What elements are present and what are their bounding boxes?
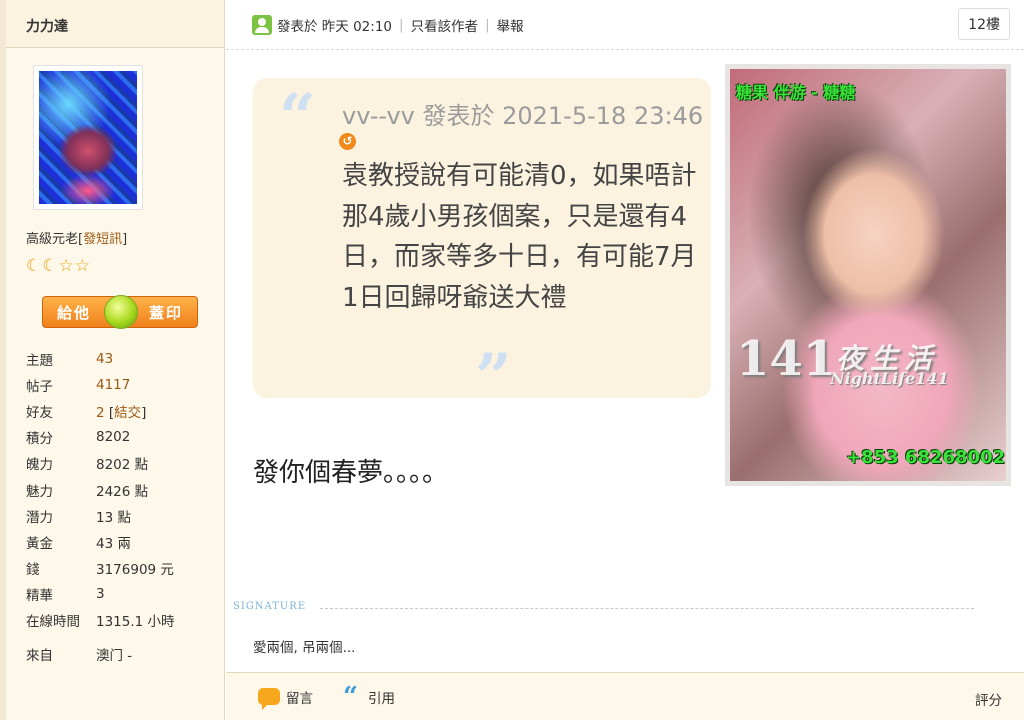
star-icon: ☆ [58, 256, 74, 276]
stamp-button-right-label: 蓋印 [148, 303, 183, 322]
author-stats: 主題 43 帖子 4117 好友 2 [結交] 積分 8202 魄力 8202 … [26, 346, 175, 667]
quote-text: 袁教授說有可能清0，如果唔計那4歲小男孩個案，只是還有4日，而家等多十日，有可能… [342, 161, 697, 313]
stat-label: 魅力 [26, 483, 53, 500]
stat-value[interactable]: 4117 [96, 377, 130, 393]
add-friend-link[interactable]: 結交 [114, 405, 141, 421]
avatar-image [39, 71, 137, 204]
promo-banner-image[interactable]: 糖果 伴游 - 糖糖 141 夜生活 NightLife141 +853 682… [725, 64, 1011, 486]
floor-number[interactable]: 12樓 [958, 8, 1010, 40]
post-main: 發表於 昨天 02:10 | 只看該作者 | 舉報 12樓 “ vv--vv 發… [226, 0, 1024, 720]
quote-author: vv--vv 發表於 2021-5-18 23:46 [342, 102, 704, 130]
jump-to-quote-icon[interactable]: ↺ [339, 133, 356, 150]
stat-value: 2426 點 [96, 483, 149, 500]
promo-en: NightLife141 [830, 369, 949, 388]
stat-value: 13 點 [96, 509, 131, 526]
stat-row-points: 積分 8202 [26, 424, 175, 450]
moon-icon: ☾ [42, 256, 58, 276]
stamp-button[interactable]: 給他 蓋印 [42, 295, 198, 329]
friends-count-link[interactable]: 2 [96, 405, 105, 421]
promo-title: 糖果 伴游 - 糖糖 [736, 83, 856, 102]
quote-label: 引用 [367, 690, 395, 707]
open-quote-icon: “ [279, 80, 316, 155]
quote-button[interactable]: “ 引用 [343, 681, 395, 712]
posted-time: 昨天 02:10 [321, 18, 392, 35]
stat-value: 3 [96, 585, 105, 602]
posted-label: 發表於 [277, 18, 318, 35]
signature-label: SIGNATURE [233, 601, 307, 612]
moon-icon: ☾ [26, 256, 42, 276]
rate-link[interactable]: 評分 [975, 689, 1002, 709]
reply-button[interactable]: 留言 [258, 687, 313, 710]
stat-value: 2 [結交] [96, 405, 147, 422]
divider: | [485, 16, 490, 33]
stat-label: 錢 [26, 561, 40, 578]
rank-stars: ☾ ☾ ☆ ☆ [26, 256, 90, 276]
stat-label: 在線時間 [26, 613, 80, 630]
post-header: 發表於 昨天 02:10 | 只看該作者 | 舉報 12樓 [226, 0, 1024, 50]
stamp-ball-icon [104, 295, 138, 329]
stat-label: 積分 [26, 431, 53, 448]
quote-block: “ vv--vv 發表於 2021-5-18 23:46 ↺ 袁教授說有可能清0… [253, 78, 711, 415]
stat-label: 黃金 [26, 535, 53, 552]
author-sidebar: 力力達 高級元老[發短訊] ☾ ☾ ☆ ☆ 給他 蓋印 主題 43 帖子 411… [0, 0, 225, 720]
author-rank: 高級元老[發短訊] [26, 228, 127, 247]
quote-icon: “ [343, 681, 358, 712]
stat-row-topics: 主題 43 [26, 346, 175, 372]
post-footer: 留言 “ 引用 評分 [226, 672, 1024, 720]
stat-label: 魄力 [26, 457, 53, 474]
rank-label: 高級元老 [26, 232, 79, 247]
stat-label: 帖子 [26, 379, 53, 396]
stat-label: 來自 [26, 648, 53, 665]
report-link[interactable]: 舉報 [497, 15, 524, 35]
author-username[interactable]: 力力達 [6, 0, 224, 48]
stat-label: 好友 [26, 405, 53, 422]
stamp-button-left-label: 給他 [57, 303, 92, 322]
stat-row-location: 來自 澳门 - [26, 641, 175, 667]
stat-row-essence: 精華 3 [26, 581, 175, 607]
stat-label: 精華 [26, 587, 53, 604]
stat-value: 8202 點 [96, 457, 149, 474]
promo-number: 141 [736, 331, 837, 387]
send-message-link[interactable]: 發短訊 [83, 232, 122, 247]
stat-value: 8202 [96, 429, 131, 446]
stat-row-friends: 好友 2 [結交] [26, 398, 175, 424]
stat-row-charm: 魅力 2426 點 [26, 476, 175, 502]
divider: | [399, 16, 404, 33]
promo-phone: +853 68268002 [846, 447, 1006, 468]
stat-row-posts: 帖子 4117 [26, 372, 175, 398]
signature-text: 愛兩個, 吊兩個... [253, 640, 356, 656]
stat-row-money: 錢 3176909 元 [26, 555, 175, 581]
stat-row-potential: 潛力 13 點 [26, 503, 175, 529]
reply-label: 留言 [286, 690, 313, 707]
online-user-icon [252, 14, 272, 35]
stat-value[interactable]: 43 [96, 351, 113, 367]
stat-row-gold: 黃金 43 兩 [26, 529, 175, 555]
stat-row-online-time: 在線時間 1315.1 小時 [26, 607, 175, 633]
only-author-link[interactable]: 只看該作者 [411, 15, 479, 35]
signature-divider [320, 608, 974, 609]
avatar[interactable] [33, 65, 143, 210]
stat-label: 主題 [26, 353, 53, 370]
stat-value: 43 兩 [96, 535, 131, 552]
stat-value: 3176909 元 [96, 561, 174, 578]
stat-value: 澳门 - [96, 648, 133, 665]
stat-label: 潛力 [26, 509, 53, 526]
stat-value: 1315.1 小時 [96, 613, 175, 630]
star-icon: ☆ [74, 256, 90, 276]
stat-row-power: 魄力 8202 點 [26, 450, 175, 476]
speech-bubble-icon [258, 688, 280, 710]
post-body: 發你個春夢。。。。 [253, 458, 449, 488]
close-quote-icon: ” [475, 340, 512, 415]
rank-link-close: ] [122, 232, 128, 247]
